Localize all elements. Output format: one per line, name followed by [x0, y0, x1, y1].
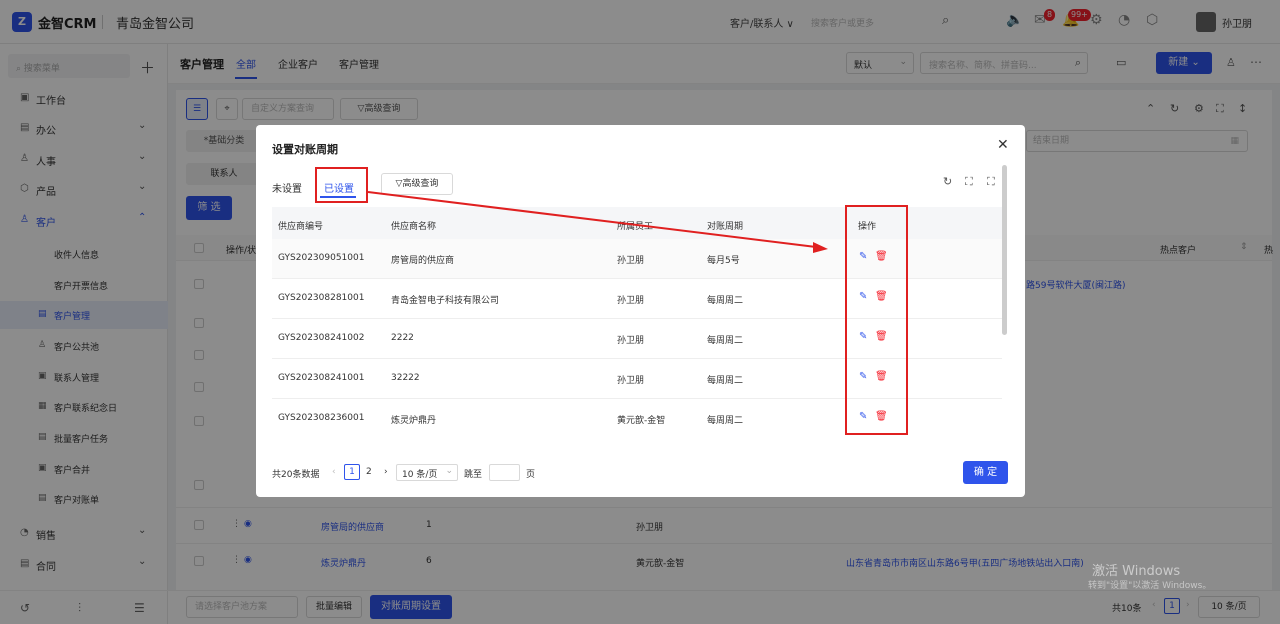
- watermark-subtitle: 转到"设置"以激活 Windows。: [1088, 581, 1212, 591]
- annotation-arrow: [367, 191, 828, 253]
- watermark-title: 激活 Windows: [1092, 564, 1181, 579]
